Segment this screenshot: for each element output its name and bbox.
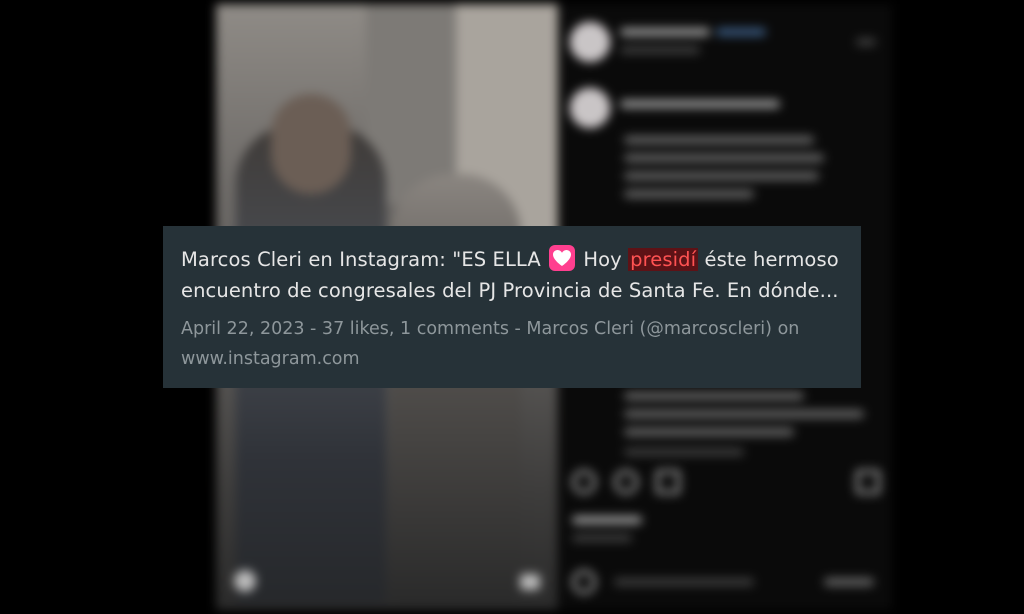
avatar[interactable] [570,88,610,128]
preview-meta-line: April 22, 2023 - 37 likes, 1 comments - … [181,319,800,339]
preview-meta: April 22, 2023 - 37 likes, 1 comments - … [181,314,843,374]
camera-icon[interactable] [234,570,256,592]
link-preview-card[interactable]: Marcos Cleri en Instagram: "ES ELLA Hoy … [163,226,861,388]
username-line[interactable] [620,28,710,36]
follow-link-line[interactable] [716,28,766,36]
likes-count-line[interactable] [572,516,642,524]
preview-title-text: Marcos Cleri en Instagram: "ES ELLA [181,248,541,271]
hashtag-line [624,428,794,436]
like-icon[interactable] [572,470,596,494]
save-icon[interactable] [856,470,880,494]
post-comment-button[interactable] [824,578,874,586]
add-comment-input[interactable] [614,578,754,586]
emoji-icon[interactable] [572,570,596,594]
caption-line [624,154,824,162]
highlighted-word: presidí [628,248,699,271]
preview-title: Marcos Cleri en Instagram: "ES ELLA Hoy … [181,244,843,306]
caption-line [624,136,814,144]
heart-emoji-icon [549,245,576,271]
share-icon[interactable] [656,470,680,494]
preview-domain[interactable]: www.instagram.com [181,344,843,374]
timestamp-line [624,448,744,456]
avatar[interactable] [570,22,610,62]
caption-line [624,190,754,198]
audio-line [620,46,700,54]
caption-line [624,172,819,180]
caption-username-line [620,100,780,108]
hashtag-line [624,410,864,418]
preview-title-text: Hoy [583,248,622,271]
comment-icon[interactable] [614,470,638,494]
photo-person-head [271,94,351,194]
hashtag-line [624,392,804,400]
more-options-icon[interactable] [856,38,876,46]
post-date-line [572,534,632,542]
mute-icon[interactable] [520,574,540,590]
